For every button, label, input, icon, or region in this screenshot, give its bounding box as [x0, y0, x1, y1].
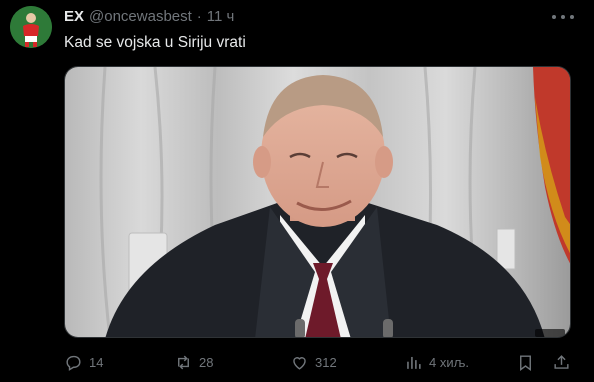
tweet-header: EX @oncewasbest · 11 ч — [64, 8, 234, 28]
share-button[interactable] — [552, 350, 571, 374]
reply-count: 14 — [89, 354, 104, 370]
action-bar: 14 28 312 4 хиљ. — [64, 350, 574, 374]
like-button[interactable]: 312 — [290, 350, 337, 374]
tweet[interactable]: EX @oncewasbest · 11 ч Kad se vojska u S… — [0, 0, 594, 382]
share-icon — [554, 354, 569, 369]
reply-icon — [66, 355, 81, 371]
tweet-image[interactable] — [64, 66, 571, 338]
avatar[interactable] — [10, 6, 52, 48]
views-icon — [407, 356, 421, 369]
timestamp[interactable]: 11 ч — [207, 8, 235, 25]
views-button[interactable]: 4 хиљ. — [404, 350, 469, 374]
user-handle[interactable]: @oncewasbest — [89, 8, 192, 25]
views-count: 4 хиљ. — [429, 354, 469, 370]
like-count: 312 — [315, 354, 337, 370]
bookmark-icon — [520, 354, 531, 371]
repost-count: 28 — [199, 354, 214, 370]
separator-dot: · — [196, 8, 202, 25]
heart-icon — [293, 356, 306, 370]
reply-button[interactable]: 14 — [64, 350, 103, 374]
bookmark-button[interactable] — [516, 350, 535, 374]
tweet-text: Kad se vojska u Siriju vrati — [64, 34, 246, 51]
display-name[interactable]: EX — [64, 8, 84, 25]
repost-button[interactable]: 28 — [174, 350, 213, 374]
repost-icon — [178, 355, 189, 369]
more-icon[interactable] — [552, 10, 574, 24]
